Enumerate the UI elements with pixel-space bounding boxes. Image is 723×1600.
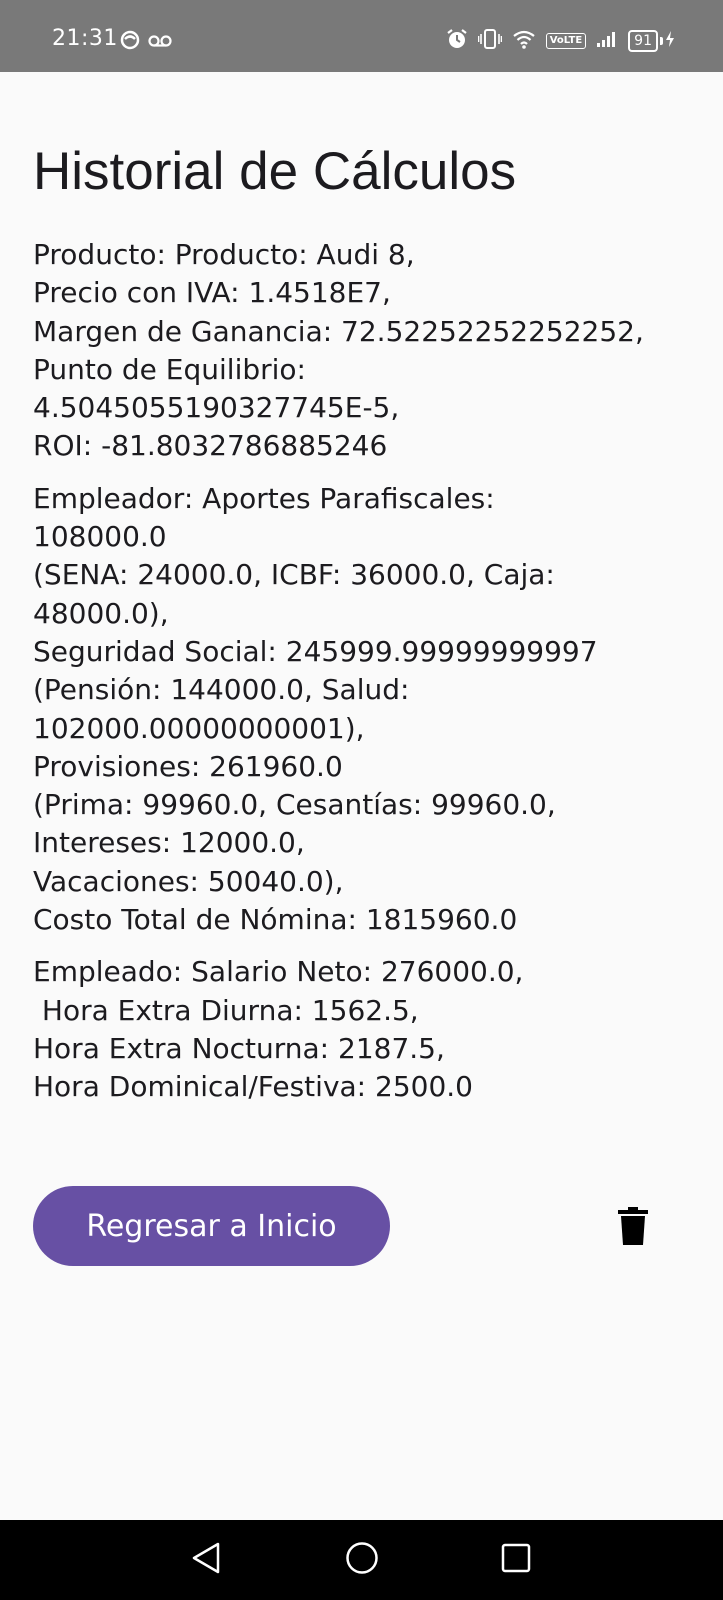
history-line: Producto: Producto: Audi 8, bbox=[33, 238, 415, 271]
signal-icon bbox=[596, 30, 618, 52]
nav-back-button[interactable] bbox=[186, 1540, 226, 1580]
history-line: Intereses: 12000.0, bbox=[33, 826, 305, 860]
history-line: Vacaciones: 50040.0), bbox=[33, 864, 344, 898]
charging-icon bbox=[665, 30, 675, 52]
history-line: 102000.00000000001), bbox=[33, 711, 365, 745]
circle-home-icon bbox=[345, 1541, 379, 1579]
history-line: 4.5045055190327745E-5, bbox=[33, 391, 400, 425]
history-line: Provisiones: 261960.0 bbox=[33, 749, 343, 783]
history-entry-product: Producto: Producto: Audi 8, Precio con I… bbox=[33, 236, 703, 466]
history-line: Precio con IVA: 1.4518E7, bbox=[33, 276, 391, 310]
history-line: Hora Dominical/Festiva: 2500.0 bbox=[33, 1070, 473, 1104]
app-notification-icon bbox=[120, 30, 140, 54]
status-bar: 21:31 VoLTE 91 bbox=[0, 0, 723, 72]
history-line: (SENA: 24000.0, ICBF: 36000.0, Caja: bbox=[33, 558, 555, 592]
volte-badge: VoLTE bbox=[545, 33, 587, 49]
history-line: Empleador: Aportes Parafiscales: bbox=[33, 481, 495, 515]
battery-indicator: 91 bbox=[628, 30, 675, 52]
voicemail-icon bbox=[148, 33, 172, 52]
delete-history-button[interactable] bbox=[613, 1206, 653, 1250]
triangle-back-icon bbox=[190, 1541, 222, 1579]
alarm-icon bbox=[446, 28, 468, 54]
square-recents-icon bbox=[501, 1543, 531, 1577]
history-line: 48000.0), bbox=[33, 596, 169, 630]
history-screen: Historial de Cálculos Producto: Producto… bbox=[33, 140, 703, 1121]
system-nav-bar bbox=[0, 1520, 723, 1600]
history-line: (Pensión: 144000.0, Salud: bbox=[33, 673, 410, 707]
history-line: ROI: -81.8032786885246 bbox=[33, 429, 388, 463]
battery-level: 91 bbox=[628, 30, 658, 52]
nav-home-button[interactable] bbox=[342, 1540, 382, 1580]
nav-recents-button[interactable] bbox=[496, 1540, 536, 1580]
history-line: (Prima: 99960.0, Cesantías: 99960.0, bbox=[33, 788, 556, 822]
history-line: 108000.0 bbox=[33, 520, 167, 554]
history-line: Punto de Equilibrio: bbox=[33, 352, 306, 386]
wifi-icon bbox=[512, 29, 536, 53]
status-time: 21:31 bbox=[52, 26, 118, 51]
actions-row: Regresar a Inicio bbox=[33, 1186, 673, 1266]
trash-icon bbox=[618, 1207, 648, 1249]
page-title: Historial de Cálculos bbox=[33, 142, 517, 201]
history-entry-employee: Empleado: Salario Neto: 276000.0, Hora E… bbox=[33, 953, 703, 1106]
history-line: Empleado: Salario Neto: 276000.0, bbox=[33, 955, 524, 989]
history-line: Margen de Ganancia: 72.52252252252252, bbox=[33, 314, 644, 348]
vibrate-icon bbox=[477, 28, 503, 54]
history-line: Seguridad Social: 245999.99999999997 bbox=[33, 634, 598, 668]
history-line: Hora Extra Diurna: 1562.5, bbox=[33, 993, 419, 1027]
history-line: Hora Extra Nocturna: 2187.5, bbox=[33, 1031, 445, 1065]
history-entry-employer: Empleador: Aportes Parafiscales: 108000.… bbox=[33, 480, 703, 940]
history-line: Costo Total de Nómina: 1815960.0 bbox=[33, 903, 518, 937]
back-to-home-button[interactable]: Regresar a Inicio bbox=[33, 1186, 390, 1266]
